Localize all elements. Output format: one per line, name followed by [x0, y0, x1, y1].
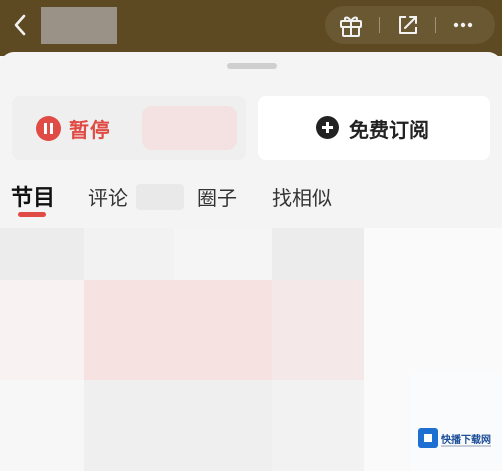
- gift-button[interactable]: [325, 6, 377, 44]
- chevron-left-icon: [14, 14, 26, 36]
- watermark-logo-icon: [418, 428, 438, 448]
- share-button[interactable]: [382, 6, 434, 44]
- subscribe-label: 免费订阅: [349, 118, 429, 142]
- tab-comments[interactable]: 评论: [88, 182, 128, 211]
- action-group: [325, 6, 495, 44]
- watermark-underline: [441, 445, 491, 447]
- pause-label: 暂停: [69, 118, 109, 142]
- tab-programs[interactable]: 节目: [11, 180, 55, 212]
- watermark: 快播下载网: [410, 370, 502, 471]
- blur-block: [272, 228, 364, 280]
- tab-bar: 节目 评论 圈子 找相似: [0, 170, 502, 222]
- back-button[interactable]: [6, 10, 34, 40]
- obscured-title: [41, 7, 117, 44]
- tab-find-similar[interactable]: 找相似: [272, 182, 332, 211]
- blur-block: [272, 280, 364, 380]
- plus-icon: [316, 116, 339, 139]
- more-icon: [453, 22, 473, 28]
- blur-block: [272, 380, 364, 471]
- pause-button[interactable]: 暂停: [12, 96, 246, 160]
- divider: [379, 17, 380, 33]
- blur-block: [0, 228, 84, 280]
- watermark-text: 快播下载网: [441, 435, 491, 446]
- gift-icon: [340, 16, 362, 37]
- blur-block: [84, 380, 272, 471]
- subscribe-button[interactable]: 免费订阅: [258, 96, 490, 160]
- obscured-tab: [136, 184, 184, 210]
- active-tab-indicator: [18, 212, 46, 217]
- divider: [435, 17, 436, 33]
- blur-block: [84, 228, 174, 280]
- pause-icon: [36, 116, 61, 141]
- blur-block: [174, 228, 272, 280]
- more-button[interactable]: [437, 6, 489, 44]
- blurred-area: [142, 106, 237, 150]
- blur-block: [0, 280, 84, 380]
- blur-block: [0, 380, 84, 471]
- drag-handle[interactable]: [227, 63, 277, 69]
- blur-block: [84, 280, 272, 380]
- top-bar: [0, 0, 502, 56]
- tab-circle[interactable]: 圈子: [197, 182, 237, 211]
- share-icon: [399, 16, 417, 34]
